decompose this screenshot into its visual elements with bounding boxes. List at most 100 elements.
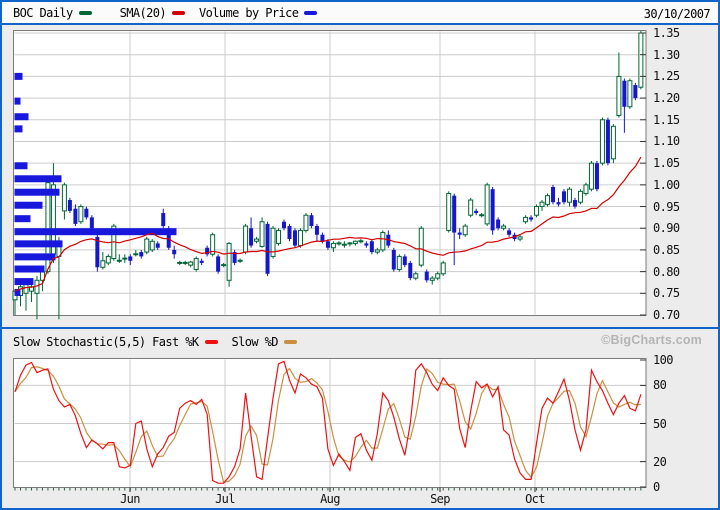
price-axis-label: 0.70 bbox=[653, 308, 680, 322]
candle-body-up bbox=[600, 120, 604, 163]
candle-body-up bbox=[298, 230, 302, 245]
price-axis-label: 0.95 bbox=[653, 200, 680, 214]
candle-body-down bbox=[200, 261, 204, 263]
top-divider bbox=[2, 23, 718, 25]
candle-body-down bbox=[320, 235, 324, 242]
candle-body-up bbox=[469, 200, 473, 215]
candle-body-up bbox=[277, 230, 281, 243]
candle-body-up bbox=[524, 217, 528, 221]
volume-by-price-bar bbox=[15, 98, 21, 105]
stoch-d-swatch-icon bbox=[284, 340, 297, 344]
volume-by-price-bar bbox=[15, 278, 34, 285]
candle-body-up bbox=[145, 239, 149, 252]
candle-body-down bbox=[474, 211, 478, 213]
candle-body-down bbox=[573, 200, 577, 207]
stoch-axis-label: 20 bbox=[653, 455, 666, 469]
candle-body-down bbox=[491, 189, 495, 230]
candle-body-down bbox=[73, 209, 77, 224]
candle-body-up bbox=[397, 256, 401, 269]
month-label: Sep bbox=[420, 492, 460, 506]
price-axis-label: 1.20 bbox=[653, 91, 680, 105]
candle-body-up bbox=[540, 202, 544, 206]
candle-body-down bbox=[282, 222, 286, 229]
candle-body-down bbox=[392, 250, 396, 270]
candle-body-up bbox=[447, 194, 451, 231]
month-label: Oct bbox=[515, 492, 555, 506]
candle-body-up bbox=[463, 226, 467, 235]
price-axis-label: 0.80 bbox=[653, 265, 680, 279]
candle-body-down bbox=[156, 243, 160, 247]
volume-by-price-bar bbox=[15, 202, 43, 209]
candle-body-down bbox=[458, 233, 462, 235]
volume-by-price-bar bbox=[15, 240, 63, 247]
price-axis-label: 0.75 bbox=[653, 286, 680, 300]
candle-body-down bbox=[68, 200, 72, 211]
candle-body-down bbox=[606, 120, 610, 163]
candle-body-down bbox=[496, 220, 500, 229]
series-label: BOC Daily bbox=[13, 6, 73, 20]
main-legend: BOC Daily SMA(20) Volume by Price bbox=[2, 6, 323, 20]
month-label: Jun bbox=[110, 492, 150, 506]
volume-by-price-bar bbox=[15, 162, 28, 169]
candle-body-down bbox=[633, 85, 637, 98]
stoch-legend: Slow Stochastic(5,5) Fast %K Slow %D bbox=[2, 335, 303, 349]
candle-body-down bbox=[293, 230, 297, 245]
volume-by-price-bar bbox=[15, 125, 23, 132]
candle-body-up bbox=[617, 76, 621, 115]
candle-body-up bbox=[441, 263, 445, 274]
sma-label: SMA(20) bbox=[120, 6, 166, 20]
stoch-d-label: Slow %D bbox=[232, 335, 278, 349]
candle-body-up bbox=[584, 185, 588, 194]
candle-body-up bbox=[546, 196, 550, 205]
price-axis-label: 0.90 bbox=[653, 221, 680, 235]
stoch-axis-label: 50 bbox=[653, 417, 666, 431]
candle-body-up bbox=[244, 226, 248, 252]
stoch-axis-label: 0 bbox=[653, 480, 660, 494]
candle-body-up bbox=[150, 241, 154, 250]
candle-body-down bbox=[326, 241, 330, 248]
candle-body-down bbox=[315, 226, 319, 235]
candle-body-down bbox=[364, 243, 368, 245]
candle-body-up bbox=[535, 207, 539, 216]
price-axis-label: 0.85 bbox=[653, 243, 680, 257]
candle-body-down bbox=[139, 252, 143, 256]
candle-body-up bbox=[106, 256, 110, 263]
candle-body-up bbox=[518, 237, 522, 239]
candle-body-up bbox=[628, 81, 632, 107]
candle-body-up bbox=[430, 278, 434, 280]
candle-body-up bbox=[589, 163, 593, 189]
price-axis-label: 1.35 bbox=[653, 26, 680, 40]
candle-body-down bbox=[266, 224, 270, 274]
price-axis-label: 1.05 bbox=[653, 156, 680, 170]
candle-body-down bbox=[309, 215, 313, 226]
candle-body-up bbox=[578, 191, 582, 202]
month-label: Jul bbox=[205, 492, 245, 506]
bigcharts-watermark: ©BigCharts.com bbox=[601, 333, 702, 347]
price-axis-label: 1.30 bbox=[653, 48, 680, 62]
candle-body-down bbox=[288, 226, 292, 239]
candle-body-down bbox=[452, 196, 456, 233]
candle-body-down bbox=[408, 263, 412, 278]
candle-body-down bbox=[562, 191, 566, 202]
candle-body-up bbox=[79, 207, 83, 222]
vbp-label: Volume by Price bbox=[199, 6, 298, 20]
candle-body-down bbox=[622, 81, 626, 107]
candle-body-up bbox=[436, 274, 440, 278]
volume-by-price-bar bbox=[15, 73, 23, 80]
volume-by-price-bar bbox=[15, 253, 56, 260]
sma-swatch-icon bbox=[172, 11, 185, 15]
candle-body-down bbox=[551, 187, 555, 202]
last-date-label: 30/10/2007 bbox=[644, 7, 710, 21]
candle-body-up bbox=[414, 274, 418, 278]
vbp-swatch-icon bbox=[304, 11, 317, 15]
price-axis-label: 1.15 bbox=[653, 113, 680, 127]
candle-body-down bbox=[507, 230, 511, 234]
stoch-axis-label: 80 bbox=[653, 378, 666, 392]
stoch-k-label: Slow Stochastic(5,5) Fast %K bbox=[13, 335, 199, 349]
volume-by-price-bar bbox=[15, 175, 62, 182]
candle-body-up bbox=[194, 259, 198, 270]
stoch-axis-label: 100 bbox=[653, 353, 673, 367]
candle-body-up bbox=[24, 285, 28, 294]
volume-by-price-bar bbox=[15, 215, 31, 222]
candle-body-down bbox=[370, 241, 374, 252]
